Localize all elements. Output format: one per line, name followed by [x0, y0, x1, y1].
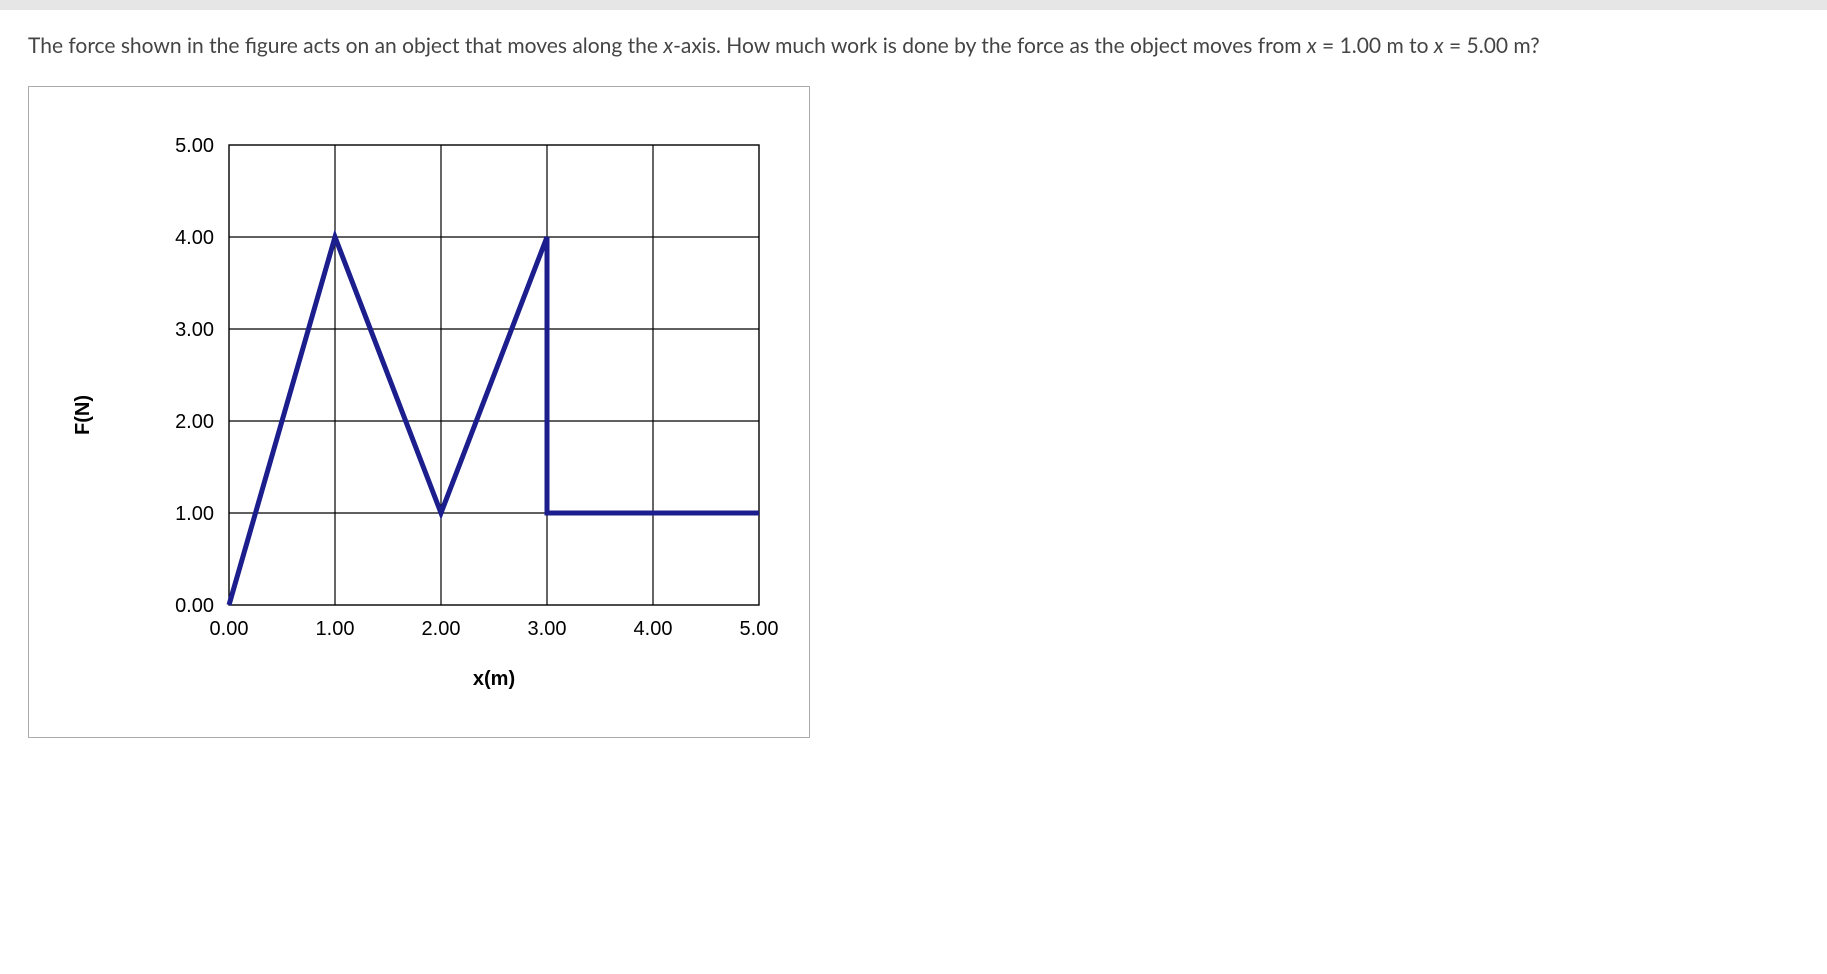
question-eq2-left: x [1434, 33, 1444, 58]
y-axis-label: F(N) [72, 395, 94, 435]
x-tick-label: 0.00 [210, 618, 249, 640]
question-eq1-left: x [1307, 33, 1317, 58]
y-tick-label: 4.00 [175, 227, 214, 249]
y-tick-label: 0.00 [175, 595, 214, 617]
question-part1: The force shown in the figure acts on an… [28, 33, 663, 58]
y-tick-label: 2.00 [175, 411, 214, 433]
question-eq1-right: = 1.00 m to [1317, 33, 1434, 58]
page-top-bar [0, 0, 1827, 10]
x-tick-label: 3.00 [528, 618, 567, 640]
x-tick-label: 1.00 [316, 618, 355, 640]
y-tick-label: 3.00 [175, 319, 214, 341]
x-tick-label: 4.00 [634, 618, 673, 640]
y-tick-label: 1.00 [175, 503, 214, 525]
x-axis-label: x(m) [473, 668, 515, 690]
page-content: The force shown in the figure acts on an… [0, 10, 1827, 762]
question-part2: -axis. How much work is done by the forc… [673, 33, 1307, 58]
question-text: The force shown in the figure acts on an… [28, 30, 1799, 62]
x-tick-label: 2.00 [422, 618, 461, 640]
question-xvar-1: x [663, 33, 673, 58]
figure-container: F(N) 0.00 1.00 2.00 3.00 4.00 5.00 0.00 1.00 2.… [28, 86, 810, 738]
question-eq2-right: = 5.00 m? [1444, 33, 1540, 58]
y-tick-label: 5.00 [175, 135, 214, 157]
y-tick-labels: 0.00 1.00 2.00 3.00 4.00 5.00 [175, 135, 214, 617]
x-tick-label: 5.00 [740, 618, 779, 640]
force-vs-position-chart: F(N) 0.00 1.00 2.00 3.00 4.00 5.00 0.00 1.00 2.… [59, 115, 779, 715]
x-tick-labels: 0.00 1.00 2.00 3.00 4.00 5.00 [210, 618, 779, 640]
